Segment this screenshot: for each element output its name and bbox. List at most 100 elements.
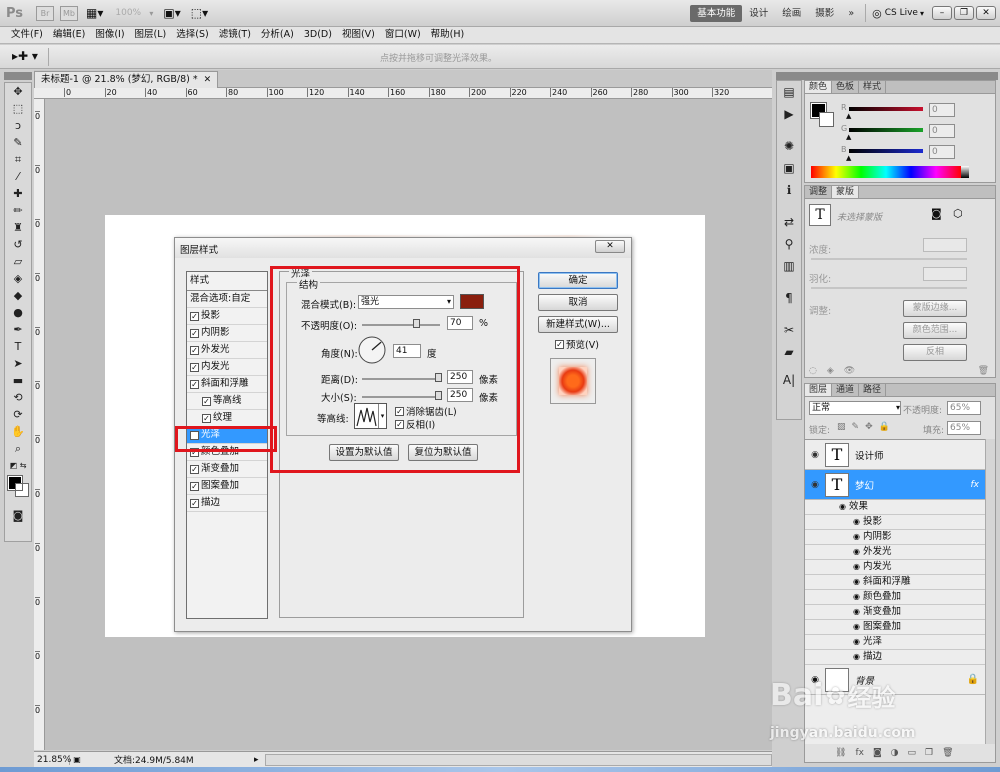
ok-button[interactable]: 确定 [538, 272, 618, 289]
mask-edge-button[interactable]: 蒙版边缘... [903, 300, 967, 317]
preview-checkbox[interactable]: ✓ 预览(V) [555, 337, 599, 351]
channel-slider[interactable] [849, 128, 923, 132]
background-color-swatch[interactable] [15, 483, 29, 497]
bridge-icon[interactable]: Br [36, 5, 54, 21]
style-checkbox-icon[interactable]: ✓ [202, 396, 211, 406]
close-button[interactable]: ✕ [976, 6, 996, 20]
effect-row[interactable]: ◉ 内发光 [805, 560, 985, 575]
vector-mask-icon[interactable]: ⬡ [953, 207, 963, 220]
effect-eye-icon[interactable]: ◉ [853, 515, 860, 529]
effect-row[interactable]: ◉ 斜面和浮雕 [805, 575, 985, 590]
notes-panel-icon[interactable]: ▰ [777, 341, 801, 363]
3d-panel-icon[interactable]: ⇄ [777, 211, 801, 233]
tab-swatches[interactable]: 色板 [832, 81, 860, 93]
feather-slider[interactable] [811, 287, 967, 289]
menu-edit[interactable]: 编辑(E) [48, 27, 90, 43]
quick-selection-tool-icon[interactable]: ✎ [5, 134, 31, 151]
dialog-title-bar[interactable]: 图层样式 ✕ [175, 238, 631, 258]
effect-row[interactable]: ◉ 颜色叠加 [805, 590, 985, 605]
style-list-header[interactable]: 样式 [187, 272, 267, 291]
marquee-tool-icon[interactable]: ⬚ [5, 100, 31, 117]
layer-visibility-eye-icon[interactable]: ◉ [805, 480, 825, 490]
style-item-4[interactable]: ✓ 斜面和浮雕 [187, 376, 267, 393]
crop-tool-icon[interactable]: ⌗ [5, 151, 31, 168]
blur-tool-icon[interactable]: ◆ [5, 287, 31, 304]
actions-panel-icon[interactable]: ▶ [777, 103, 801, 125]
brush-panel-icon[interactable]: ✺ [777, 135, 801, 157]
hand-tool-icon[interactable]: ✋ [5, 423, 31, 440]
history-panel-icon[interactable]: ▤ [777, 81, 801, 103]
type-tool-icon[interactable]: T [5, 338, 31, 355]
adjustment-layer-icon[interactable]: ◑ [891, 748, 899, 758]
effect-row[interactable]: ◉ 图案叠加 [805, 620, 985, 635]
lock-all-icon[interactable]: 🔒 [879, 422, 890, 432]
character-panel-icon[interactable]: A| [777, 369, 801, 391]
toolbox-collapse-bar[interactable] [4, 72, 32, 80]
tab-color[interactable]: 颜色 [805, 81, 833, 93]
tab-adjustments[interactable]: 调整 [805, 186, 833, 198]
new-style-button[interactable]: 新建样式(W)... [538, 316, 618, 333]
channel-slider-knob[interactable]: ▲ [846, 112, 851, 120]
cslive-button[interactable]: CS Live [885, 8, 918, 18]
shape-tool-icon[interactable]: ▬ [5, 372, 31, 389]
menu-select[interactable]: 选择(S) [171, 27, 213, 43]
panels-collapse-bar[interactable] [776, 72, 998, 80]
effect-eye-icon[interactable]: ◉ [853, 545, 860, 559]
enable-mask-icon[interactable]: 👁 [844, 366, 855, 376]
workspace-design[interactable]: 设计 [742, 5, 775, 22]
cslive-dropdown-icon[interactable]: ▾ [920, 9, 924, 18]
eyedropper-tool-icon[interactable]: ⁄ [5, 168, 31, 185]
style-checkbox-icon[interactable]: ✓ [190, 311, 199, 321]
style-checkbox-icon[interactable]: ✓ [202, 413, 211, 423]
effect-row[interactable]: ◉ 渐变叠加 [805, 605, 985, 620]
close-tab-icon[interactable]: ✕ [204, 72, 212, 88]
lock-transparency-icon[interactable]: ▨ [837, 422, 846, 432]
lock-pixels-icon[interactable]: ✎ [852, 422, 860, 432]
style-item-1[interactable]: ✓ 内阴影 [187, 325, 267, 342]
minimize-button[interactable]: – [932, 6, 952, 20]
arrange-documents-icon[interactable]: ▣▾ [163, 6, 180, 20]
status-menu-icon[interactable]: ▸ [254, 755, 259, 765]
zoom-percentage[interactable]: 21.85% [34, 754, 71, 765]
delete-mask-icon[interactable]: 🗑 [978, 366, 989, 376]
default-colors-icon[interactable]: ◩ ⇆ [5, 457, 31, 474]
effects-header-row[interactable]: ◉ 效果 [805, 500, 985, 515]
style-item-11[interactable]: ✓ 描边 [187, 495, 267, 512]
style-item-5[interactable]: ✓ 等高线 [187, 393, 267, 410]
dodge-tool-icon[interactable]: ● [5, 304, 31, 321]
layer-fx-badge[interactable]: fx [971, 480, 980, 490]
menu-help[interactable]: 帮助(H) [426, 27, 470, 43]
spot-healing-tool-icon[interactable]: ✚ [5, 185, 31, 202]
dialog-close-button[interactable]: ✕ [595, 240, 625, 253]
workspace-essentials[interactable]: 基本功能 [690, 4, 743, 22]
channel-input[interactable]: 0 [929, 103, 955, 117]
pixel-mask-icon[interactable]: ◙ [931, 207, 942, 220]
lock-position-icon[interactable]: ✥ [865, 422, 873, 432]
style-checkbox-icon[interactable]: ✓ [190, 481, 199, 491]
menu-3d[interactable]: 3D(D) [299, 27, 337, 43]
eraser-tool-icon[interactable]: ▱ [5, 253, 31, 270]
horizontal-scrollbar[interactable] [264, 753, 772, 766]
paragraph-panel-icon[interactable]: ¶ [777, 287, 801, 309]
layer-blend-mode-select[interactable]: 正常 ▾ [809, 401, 901, 415]
brush-tool-icon[interactable]: ✏ [5, 202, 31, 219]
3d-rotate-tool-icon[interactable]: ⟲ [5, 389, 31, 406]
link-layers-icon[interactable]: ⛓ [835, 748, 846, 758]
color-spectrum-bar[interactable] [811, 166, 961, 178]
color-spectrum-grayscale[interactable] [961, 166, 969, 178]
effect-eye-icon[interactable]: ◉ [853, 620, 860, 634]
channel-slider[interactable] [849, 107, 923, 111]
effect-row[interactable]: ◉ 投影 [805, 515, 985, 530]
style-item-6[interactable]: ✓ 纹理 [187, 410, 267, 427]
tab-channels[interactable]: 通道 [832, 384, 860, 396]
move-tool-icon[interactable]: ✥ [5, 83, 31, 100]
effect-eye-icon[interactable]: ◉ [853, 650, 860, 664]
quick-mask-icon[interactable]: ◙ [5, 507, 31, 524]
clone-stamp-tool-icon[interactable]: ♜ [5, 219, 31, 236]
effects-eye-icon[interactable]: ◉ [839, 500, 846, 514]
layer-opacity-input[interactable]: 65% [947, 401, 981, 415]
delete-layer-icon[interactable]: 🗑 [942, 748, 953, 758]
layer-row[interactable]: ◉ T 设计师 [805, 440, 985, 470]
menu-filter[interactable]: 滤镜(T) [214, 27, 256, 43]
density-slider[interactable] [811, 258, 967, 260]
